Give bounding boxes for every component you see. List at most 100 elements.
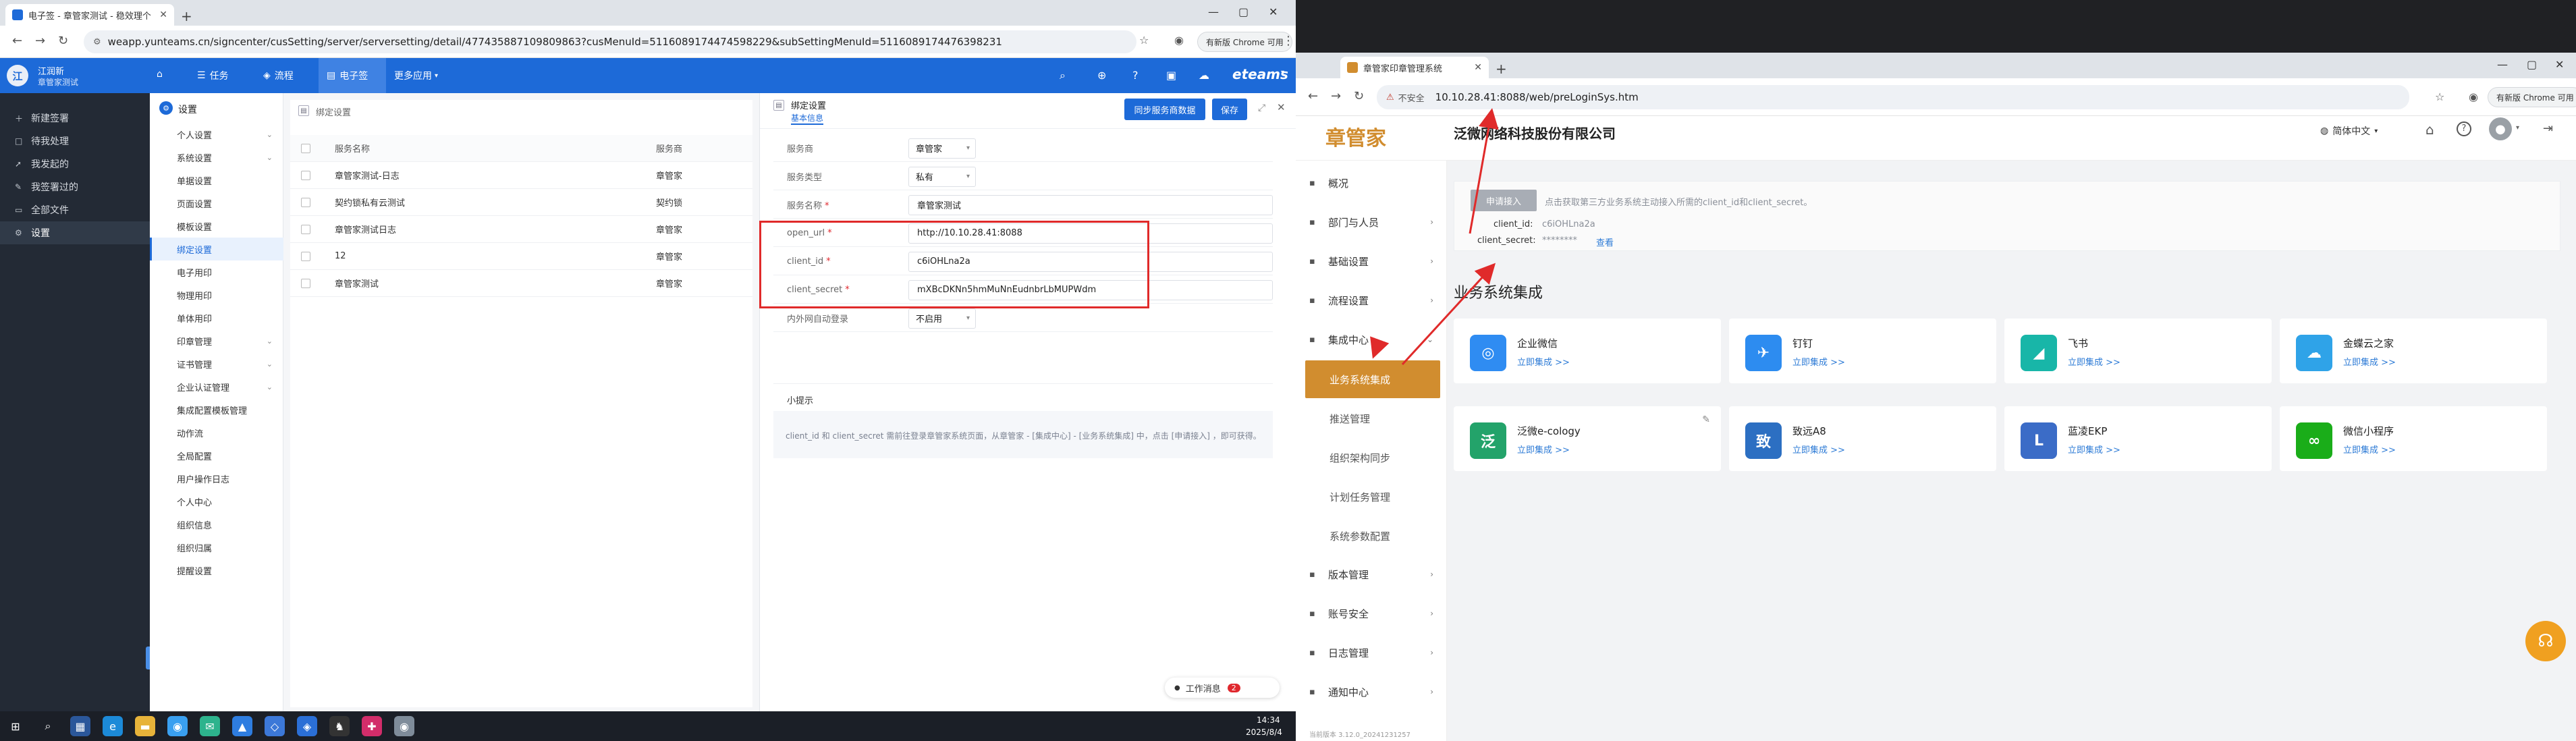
maximize-icon[interactable]: ▢ bbox=[2527, 58, 2537, 71]
rnav-item[interactable]: ▪ 集成中心 ⌄ bbox=[1296, 321, 1447, 358]
nav-flow[interactable]: ◈ 流程 bbox=[263, 69, 294, 82]
tab-basic-info[interactable]: 基本信息 bbox=[791, 112, 824, 125]
rnav-subitem[interactable]: 系统参数配置 bbox=[1296, 517, 1447, 555]
subnav-item[interactable]: 个人中心 bbox=[150, 490, 283, 513]
close-icon[interactable]: ✕ bbox=[153, 9, 167, 20]
windows-start-icon[interactable]: ⊞ bbox=[5, 716, 26, 736]
subnav-item[interactable]: 企业认证管理 ⌄ bbox=[150, 375, 283, 398]
rnav-subitem[interactable]: 业务系统集成 bbox=[1305, 360, 1440, 398]
rnav-item[interactable]: ▪ 版本管理 › bbox=[1296, 556, 1447, 593]
subnav-item[interactable]: 组织归属 bbox=[150, 536, 283, 559]
save-button[interactable]: 保存 bbox=[1212, 99, 1247, 120]
card-integrate-link[interactable]: 立即集成 >> bbox=[1792, 443, 1845, 456]
rnav-item[interactable]: ▪ 基础设置 › bbox=[1296, 243, 1447, 279]
new-tab-button[interactable]: + bbox=[181, 8, 192, 24]
row-checkbox[interactable] bbox=[301, 197, 310, 207]
brand-chevron-icon[interactable]: ▾ bbox=[1281, 69, 1284, 76]
sync-vendor-button[interactable]: 同步服务商数据 bbox=[1124, 99, 1205, 120]
integration-card[interactable]: ☁ 金蝶云之家 立即集成 >> bbox=[2280, 319, 2547, 383]
site-info-icon[interactable]: ⚙ bbox=[93, 37, 101, 47]
bookmark-star-icon[interactable]: ☆ bbox=[1139, 34, 1149, 47]
card-integrate-link[interactable]: 立即集成 >> bbox=[2068, 443, 2120, 456]
table-row[interactable]: 12 章管家 bbox=[290, 243, 752, 270]
table-row[interactable]: 章管家测试 章管家 bbox=[290, 270, 752, 297]
integration-card[interactable]: ✈ 钉钉 立即集成 >> bbox=[1729, 319, 1996, 383]
view-secret-link[interactable]: 查看 bbox=[1596, 236, 1614, 248]
rnav-item[interactable]: ▪ 流程设置 › bbox=[1296, 282, 1447, 319]
subnav-item[interactable]: 用户操作日志 bbox=[150, 467, 283, 490]
subnav-item[interactable]: 个人设置 ⌄ bbox=[150, 123, 283, 146]
subnav-item[interactable]: 全局配置 bbox=[150, 444, 283, 467]
home-icon[interactable]: ⌂ bbox=[2426, 121, 2434, 138]
edit-icon[interactable]: ✎ bbox=[1702, 414, 1710, 425]
table-row[interactable]: 章管家测试-日志 章管家 bbox=[290, 162, 752, 189]
nav-settings[interactable]: ⚙ 设置 bbox=[0, 221, 150, 244]
row-checkbox[interactable] bbox=[301, 170, 310, 180]
reload-icon[interactable]: ↻ bbox=[58, 34, 68, 48]
card-integrate-link[interactable]: 立即集成 >> bbox=[1517, 355, 1570, 368]
rnav-item[interactable]: ▪ 日志管理 › bbox=[1296, 634, 1447, 671]
field-input[interactable]: mXBcDKNn5hmMuNnEudnbrLbMUPWdm bbox=[908, 279, 1273, 300]
row-checkbox[interactable] bbox=[301, 278, 310, 288]
forward-icon[interactable]: → bbox=[1331, 89, 1341, 103]
table-row[interactable]: 章管家测试日志 章管家 bbox=[290, 216, 752, 243]
card-integrate-link[interactable]: 立即集成 >> bbox=[2068, 355, 2120, 368]
add-icon[interactable]: ⊕ bbox=[1097, 69, 1106, 82]
subnav-item[interactable]: 绑定设置 bbox=[150, 238, 283, 260]
subnav-item[interactable]: 组织信息 bbox=[150, 513, 283, 536]
app-icon[interactable]: ▲ bbox=[232, 716, 252, 736]
browser-tab[interactable]: 电子签 - 章管家测试 - 稳效理个 ✕ bbox=[5, 4, 174, 26]
app4-icon[interactable]: ♞ bbox=[329, 716, 350, 736]
folder-icon[interactable]: ▬ bbox=[135, 716, 155, 736]
edge-icon[interactable]: e bbox=[103, 716, 123, 736]
app3-icon[interactable]: ◈ bbox=[297, 716, 317, 736]
integration-card[interactable]: ∞ 微信小程序 立即集成 >> bbox=[2280, 406, 2547, 471]
screen-icon[interactable]: ▣ bbox=[1166, 69, 1176, 82]
avatar-chevron-icon[interactable]: ▾ bbox=[2516, 124, 2519, 132]
forward-icon[interactable]: → bbox=[35, 34, 45, 48]
subnav-item[interactable]: 单体用印 bbox=[150, 306, 283, 329]
row-checkbox[interactable] bbox=[301, 224, 310, 234]
app5-icon[interactable]: ✚ bbox=[362, 716, 382, 736]
nav-tasks[interactable]: ☰ 任务 bbox=[197, 69, 229, 82]
new-tab-button[interactable]: + bbox=[1496, 61, 1507, 77]
rapp-logo[interactable]: 章管家 bbox=[1325, 121, 1386, 151]
reload-icon[interactable]: ↻ bbox=[1354, 89, 1364, 103]
work-notice-pill[interactable]: ● 工作消息 2 bbox=[1165, 678, 1280, 698]
expand-icon[interactable]: ⤢ bbox=[1258, 103, 1265, 113]
field-input[interactable]: 章管家测试 bbox=[908, 194, 1273, 215]
insecure-label[interactable]: 不安全 bbox=[1398, 91, 1425, 104]
rnav-item[interactable]: ▪ 账号安全 › bbox=[1296, 595, 1447, 632]
subnav-item[interactable]: 模板设置 bbox=[150, 215, 283, 238]
integration-card[interactable]: 致致远A8 立即集成 >> bbox=[1729, 406, 1996, 471]
field-input[interactable]: c6iOHLna2a bbox=[908, 251, 1273, 272]
bookmark-star-icon[interactable]: ☆ bbox=[2435, 90, 2444, 103]
search-icon[interactable]: ⌕ bbox=[38, 716, 58, 736]
cloud-icon[interactable]: ☁ bbox=[1199, 69, 1209, 82]
panel-icon[interactable]: ▤ bbox=[298, 105, 309, 116]
app2-icon[interactable]: ◇ bbox=[265, 716, 285, 736]
avatar[interactable]: ● bbox=[2489, 117, 2512, 140]
back-icon[interactable]: ← bbox=[12, 34, 22, 48]
rnav-item[interactable]: ▪ 通知中心 › bbox=[1296, 674, 1447, 710]
chrome-active-icon[interactable]: ◉ bbox=[394, 716, 414, 736]
field-input[interactable]: http://10.10.28.41:8088 bbox=[908, 223, 1273, 244]
integration-card[interactable]: ◢ 飞书 立即集成 >> bbox=[2004, 319, 2272, 383]
nav-more[interactable]: 更多应用 ▾ bbox=[394, 69, 438, 82]
back-icon[interactable]: ← bbox=[1308, 89, 1318, 103]
select-all-checkbox[interactable] bbox=[301, 143, 310, 153]
subnav-item[interactable]: 系统设置 ⌄ bbox=[150, 146, 283, 169]
search-icon[interactable]: ⌕ bbox=[1060, 69, 1066, 82]
widgets-icon[interactable]: ▦ bbox=[70, 716, 90, 736]
profile-icon[interactable]: ◉ bbox=[1174, 34, 1184, 47]
nav-sent[interactable]: ➚ 我发起的 bbox=[0, 153, 150, 175]
subnav-item[interactable]: 集成配置模板管理 bbox=[150, 398, 283, 421]
nav-todo[interactable]: □ 待我处理 bbox=[0, 130, 150, 153]
integration-card[interactable]: ◎ 企业微信 立即集成 >> bbox=[1454, 319, 1721, 383]
nav-files[interactable]: ▭ 全部文件 bbox=[0, 198, 150, 221]
rnav-subitem[interactable]: 计划任务管理 bbox=[1296, 478, 1447, 516]
menu-icon[interactable]: ⋮ bbox=[1282, 34, 1294, 48]
nav-signed[interactable]: ✎ 我签署过的 bbox=[0, 175, 150, 198]
minimize-icon[interactable]: — bbox=[1208, 5, 1219, 18]
card-integrate-link[interactable]: 立即集成 >> bbox=[1792, 355, 1845, 368]
